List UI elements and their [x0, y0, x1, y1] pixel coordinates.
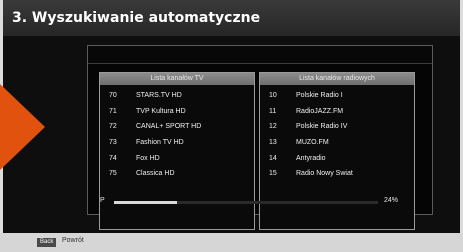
channel-number: 70: [109, 92, 117, 99]
scan-progress-bar: [114, 201, 378, 204]
radio-channel-row[interactable]: 13 MUZO.FM: [260, 135, 414, 151]
dialog-header: [88, 46, 432, 64]
tv-channel-list: Lista kanałów TV 70 STARS.TV HD 71 TVP K…: [99, 72, 255, 230]
scan-dialog: Lista kanałów TV 70 STARS.TV HD 71 TVP K…: [87, 45, 433, 230]
channel-name: Polskie Radio I: [296, 92, 343, 99]
channel-name: Fashion TV HD: [136, 139, 184, 147]
tv-channel-row[interactable]: 74 Fox HD: [100, 151, 254, 167]
channel-name: Radio Nowy Swiat: [296, 170, 353, 178]
radio-list-rows: 10 Polskie Radio I 11 RadioJAZZ.FM 12 Po…: [260, 85, 414, 182]
progress-label: P: [100, 197, 105, 204]
channel-name: STARS.TV HD: [136, 92, 182, 99]
back-key-button[interactable]: Back: [37, 238, 57, 247]
channel-number: 12: [269, 123, 277, 131]
channel-number: 13: [269, 139, 277, 147]
radio-channel-list: Lista kanałów radiowych 10 Polskie Radio…: [259, 72, 415, 230]
tv-channel-row[interactable]: 72 CANAL+ SPORT HD: [100, 119, 254, 135]
channel-number: 15: [269, 170, 277, 178]
tv-channel-row[interactable]: 75 Classica HD: [100, 166, 254, 182]
page-title: 3. Wyszukiwanie automatyczne: [12, 10, 261, 26]
channel-number: 74: [109, 154, 117, 162]
radio-channel-row[interactable]: 12 Polskie Radio IV: [260, 119, 414, 135]
orange-arrow-icon: [0, 84, 45, 170]
radio-channel-row[interactable]: 10 Polskie Radio I: [260, 88, 414, 104]
channel-number: 72: [109, 123, 117, 131]
channel-number: 71: [109, 107, 117, 115]
channel-name: Classica HD: [136, 170, 175, 178]
tv-list-rows: 70 STARS.TV HD 71 TVP Kultura HD 72 CANA…: [100, 85, 254, 182]
radio-list-header: Lista kanałów radiowych: [260, 73, 414, 85]
tv-screen: 3. Wyszukiwanie automatyczne Lista kanał…: [3, 0, 460, 233]
channel-name: TVP Kultura HD: [136, 107, 186, 115]
tv-channel-row[interactable]: 70 STARS.TV HD: [100, 88, 254, 104]
tv-channel-row[interactable]: 71 TVP Kultura HD: [100, 104, 254, 120]
back-label: Powrót: [62, 237, 84, 244]
channel-name: Antyradio: [296, 154, 326, 162]
title-bar: 3. Wyszukiwanie automatyczne: [3, 0, 460, 36]
channel-name: CANAL+ SPORT HD: [136, 123, 202, 131]
tv-channel-row[interactable]: 73 Fashion TV HD: [100, 135, 254, 151]
channel-name: RadioJAZZ.FM: [296, 107, 344, 115]
radio-channel-row[interactable]: 14 Antyradio: [260, 151, 414, 167]
channel-number: 73: [109, 139, 117, 147]
channel-number: 14: [269, 154, 277, 162]
channel-name: Polskie Radio IV: [296, 123, 348, 131]
scan-progress-fill: [114, 201, 178, 204]
progress-percent: 24%: [384, 197, 399, 204]
channel-name: Fox HD: [136, 154, 160, 162]
channel-name: MUZO.FM: [296, 139, 329, 147]
tv-list-header: Lista kanałów TV: [100, 73, 254, 85]
radio-channel-row[interactable]: 11 RadioJAZZ.FM: [260, 104, 414, 120]
channel-number: 11: [269, 107, 277, 115]
channel-number: 10: [269, 92, 277, 99]
channel-number: 75: [109, 170, 117, 178]
radio-channel-row[interactable]: 15 Radio Nowy Swiat: [260, 166, 414, 182]
